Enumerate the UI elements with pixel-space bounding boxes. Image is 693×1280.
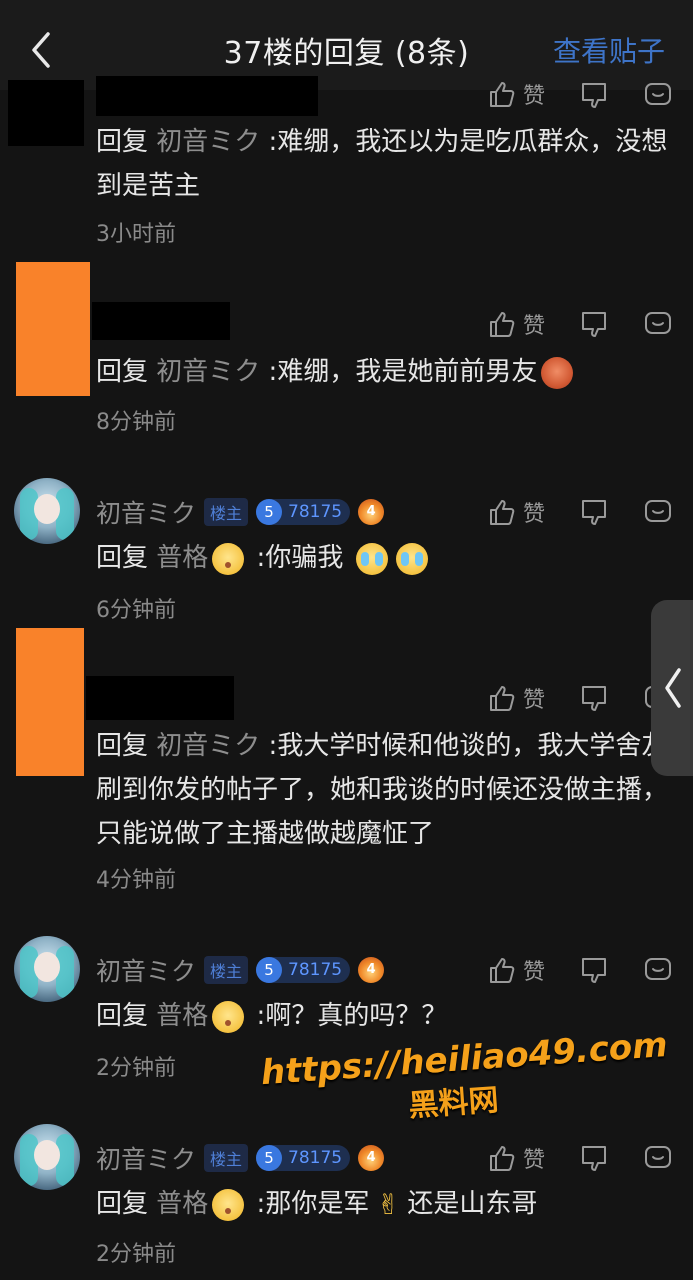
owner-badge: 楼主: [204, 498, 249, 526]
reply-text: 回复 初音ミク :我大学时候和他谈的，我大学舍友刷到你发的帖子了，她和我谈的时候…: [96, 731, 669, 849]
thumbs-up-icon: [489, 500, 515, 525]
like-button[interactable]: 赞: [487, 496, 545, 528]
like-button[interactable]: 赞: [487, 1142, 545, 1174]
level-badge: 5 78175: [256, 1145, 351, 1171]
timestamp: 6分钟前: [96, 598, 176, 623]
comment-button[interactable]: [643, 309, 673, 339]
like-label: 赞: [522, 960, 545, 985]
reply-text: 回复 普格 :你骗我: [96, 536, 669, 580]
like-label: 赞: [522, 84, 545, 109]
thumbs-down-icon: [582, 686, 606, 711]
chevron-left-icon: [665, 668, 681, 708]
like-label: 赞: [522, 502, 545, 527]
timestamp: 2分钟前: [96, 1242, 176, 1267]
watermark: https://heiliao49.com 黑料网: [260, 1025, 669, 1135]
redacted-avatar: [16, 628, 84, 776]
reply-actions: 赞: [487, 954, 673, 986]
like-button[interactable]: 赞: [487, 308, 545, 340]
avatar[interactable]: [14, 478, 80, 544]
thumbs-down-icon: [582, 312, 606, 337]
side-drawer-handle[interactable]: [651, 600, 693, 776]
kissing-emoji-icon: [212, 1188, 245, 1221]
thumbs-down-icon: [582, 500, 606, 525]
fire-badge-icon: 4: [358, 499, 385, 525]
comment-icon: [645, 958, 671, 980]
dislike-button[interactable]: [579, 683, 609, 713]
reply-actions: 赞: [487, 1142, 673, 1174]
like-button[interactable]: 赞: [487, 682, 545, 714]
comment-button[interactable]: [643, 1143, 673, 1173]
level-badge: 5 78175: [256, 957, 351, 983]
thumbs-down-icon: [582, 958, 606, 983]
diamond-icon: 5: [256, 499, 283, 525]
reply-text: 回复 普格 :那你是军 ✌ 还是山东哥: [96, 1187, 538, 1221]
username[interactable]: 初音ミク: [96, 952, 196, 988]
thumbs-up-icon: [489, 686, 515, 711]
like-label: 赞: [522, 1148, 545, 1173]
avatar[interactable]: [14, 1124, 80, 1190]
dislike-button[interactable]: [579, 497, 609, 527]
fire-badge-icon: 4: [358, 1145, 385, 1171]
reply-text: 回复 初音ミク :难绷，我还以为是吃瓜群众，没想到是苦主: [96, 127, 668, 201]
smirk-emoji-icon: [541, 356, 574, 389]
like-label: 赞: [522, 314, 545, 339]
owner-badge: 楼主: [204, 956, 249, 984]
redacted-avatar: [16, 262, 90, 396]
thumbs-up-icon: [489, 1146, 515, 1171]
comment-button[interactable]: [643, 80, 673, 110]
redacted-username: [92, 302, 230, 340]
thumbs-down-icon: [582, 83, 606, 108]
dislike-button[interactable]: [579, 955, 609, 985]
view-post-link[interactable]: 查看贴子: [553, 30, 665, 70]
diamond-icon: 5: [256, 957, 283, 983]
avatar[interactable]: [14, 936, 80, 1002]
kissing-emoji-icon: [212, 542, 245, 575]
thumbs-up-icon: [489, 82, 515, 107]
user-meta: 初音ミク 楼主 5 78175 4: [96, 952, 385, 988]
redacted-username: [86, 676, 234, 720]
user-meta: 初音ミク 楼主 5 78175 4: [96, 494, 385, 530]
redacted-avatar: [8, 80, 84, 146]
dislike-button[interactable]: [579, 309, 609, 339]
level-badge: 5 78175: [256, 499, 351, 525]
owner-badge: 楼主: [204, 1144, 249, 1172]
kissing-emoji-icon: [212, 1000, 245, 1033]
reply-actions: 赞: [487, 80, 673, 110]
user-meta: 初音ミク 楼主 5 78175 4: [96, 1140, 385, 1176]
like-label: 赞: [522, 688, 545, 713]
thumbs-down-icon: [582, 1146, 606, 1171]
thumbs-up-icon: [489, 958, 515, 983]
victory-hand-icon: ✌: [376, 1187, 401, 1221]
reply-actions: 赞: [487, 308, 673, 340]
crying-emoji-icon: [355, 542, 388, 575]
dislike-button[interactable]: [579, 80, 609, 110]
thumbs-up-icon: [489, 312, 515, 337]
fire-badge-icon: 4: [358, 957, 385, 983]
timestamp: 3小时前: [96, 222, 176, 247]
redacted-username: [96, 76, 318, 116]
comment-icon: [645, 500, 671, 522]
diamond-icon: 5: [256, 1145, 283, 1171]
like-button[interactable]: 赞: [487, 80, 545, 110]
reply-actions: 赞: [487, 496, 673, 528]
dislike-button[interactable]: [579, 1143, 609, 1173]
username[interactable]: 初音ミク: [96, 494, 196, 530]
comment-button[interactable]: [643, 497, 673, 527]
comment-icon: [645, 312, 671, 334]
timestamp: 8分钟前: [96, 410, 176, 435]
comment-icon: [645, 83, 671, 105]
reply-text: 回复 初音ミク :难绷，我是她前前男友: [96, 350, 669, 394]
comment-button[interactable]: [643, 955, 673, 985]
reply-actions: 赞: [487, 682, 673, 714]
comment-icon: [645, 1146, 671, 1168]
timestamp: 2分钟前: [96, 1056, 176, 1081]
timestamp: 4分钟前: [96, 868, 176, 893]
like-button[interactable]: 赞: [487, 954, 545, 986]
crying-emoji-icon: [395, 542, 428, 575]
username[interactable]: 初音ミク: [96, 1140, 196, 1176]
